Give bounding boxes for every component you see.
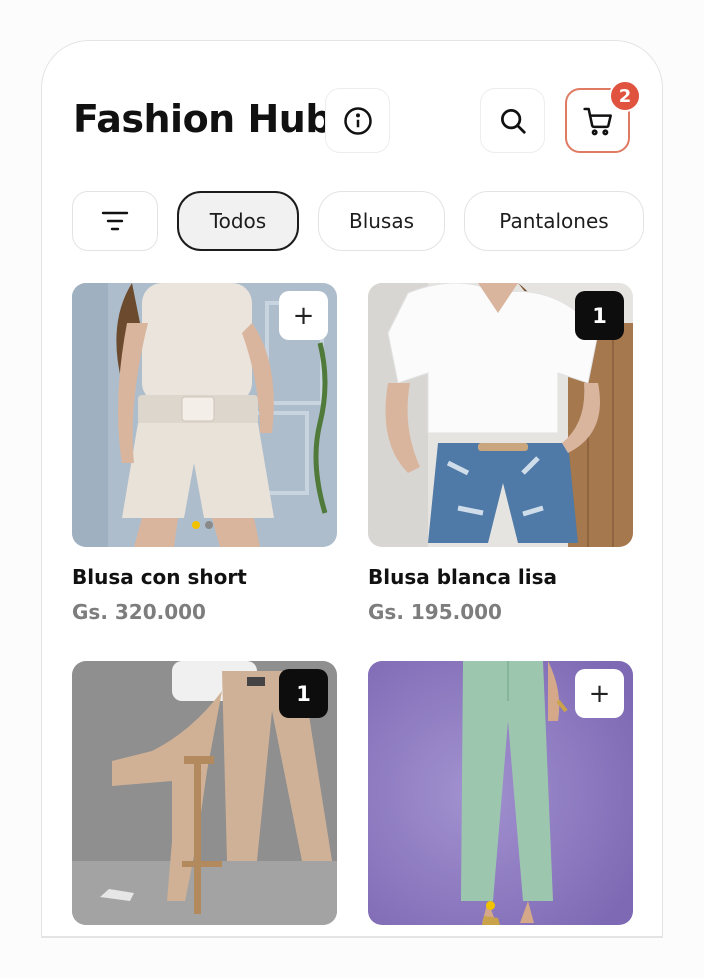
- search-icon: [500, 108, 526, 134]
- add-to-cart-button[interactable]: +: [575, 669, 624, 718]
- product-name: Blusa con short: [72, 565, 247, 589]
- image-carousel-dots[interactable]: [192, 521, 213, 529]
- cart-quantity-badge[interactable]: 1: [575, 291, 624, 340]
- info-icon: [343, 106, 372, 135]
- product-image[interactable]: +: [368, 661, 633, 925]
- carousel-dot[interactable]: [486, 901, 495, 910]
- info-button[interactable]: [325, 88, 390, 153]
- filter-icon: [101, 211, 129, 231]
- filter-chip-blusas[interactable]: Blusas: [318, 191, 445, 251]
- search-button[interactable]: [480, 88, 545, 153]
- product-card[interactable]: +: [368, 661, 633, 925]
- carousel-dot[interactable]: [192, 521, 200, 529]
- app-screen: Fashion Hub 2 Todos Blusas Pantalones + …: [41, 40, 663, 938]
- cart-quantity-badge[interactable]: 1: [279, 669, 328, 718]
- add-to-cart-button[interactable]: +: [279, 291, 328, 340]
- screen-bottom-edge: [41, 936, 663, 938]
- product-card[interactable]: + Blusa con short Gs. 320.000: [72, 283, 337, 624]
- product-image[interactable]: 1: [72, 661, 337, 925]
- filter-button[interactable]: [72, 191, 158, 251]
- filter-chip-todos[interactable]: Todos: [177, 191, 299, 251]
- product-image[interactable]: +: [72, 283, 337, 547]
- product-name: Blusa blanca lisa: [368, 565, 558, 589]
- product-card[interactable]: 1 Blusa blanca lisa Gs. 195.000: [368, 283, 633, 624]
- carousel-dot[interactable]: [205, 521, 213, 529]
- filter-chip-pantalones[interactable]: Pantalones: [464, 191, 644, 251]
- page-title: Fashion Hub: [73, 97, 333, 141]
- cart-icon: [582, 107, 612, 135]
- product-image[interactable]: 1: [368, 283, 633, 547]
- product-card[interactable]: 1: [72, 661, 337, 925]
- product-price: Gs. 320.000: [72, 600, 206, 624]
- product-price: Gs. 195.000: [368, 600, 502, 624]
- cart-count-badge: 2: [609, 80, 641, 112]
